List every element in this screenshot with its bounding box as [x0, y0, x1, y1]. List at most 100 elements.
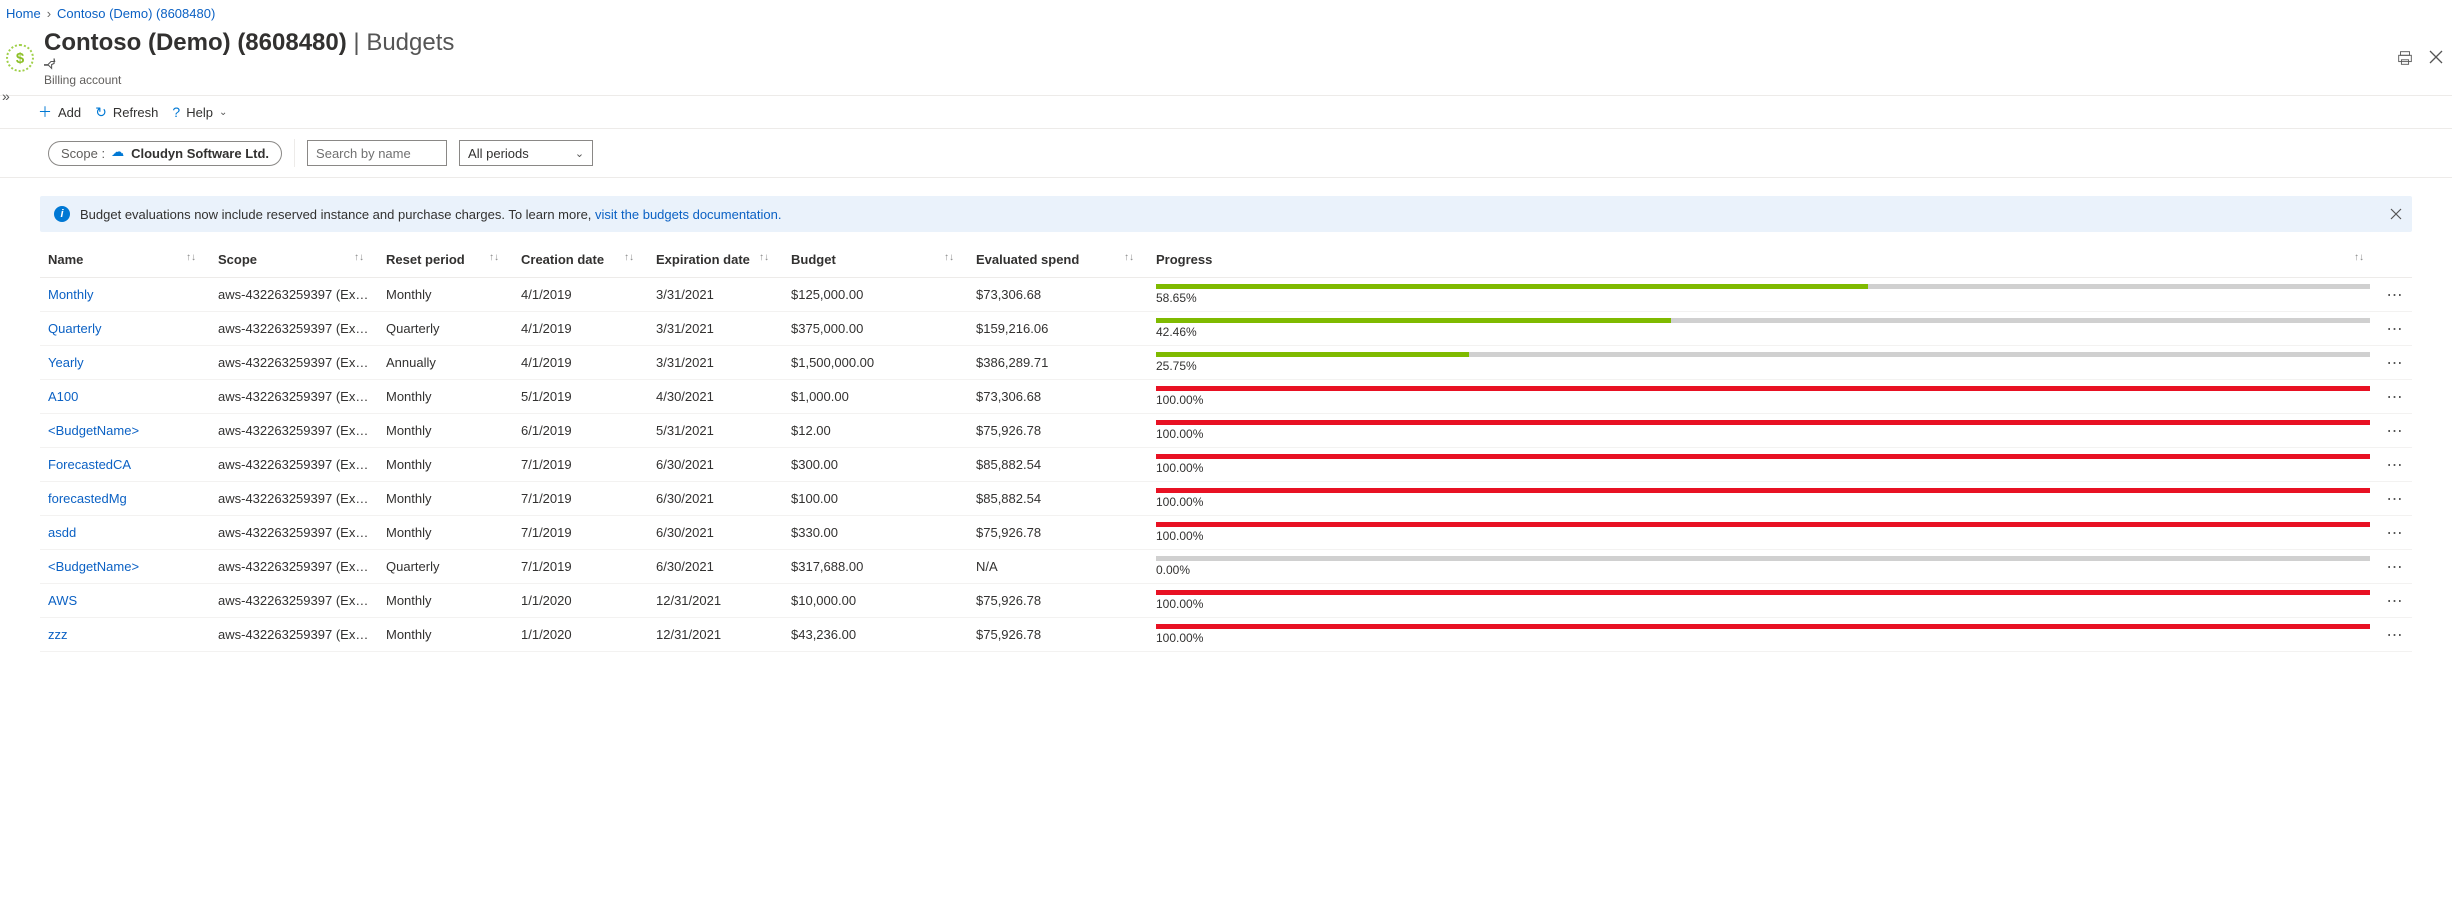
breadcrumb-home[interactable]: Home: [6, 6, 41, 21]
col-expiration[interactable]: Expiration date↑↓: [648, 242, 783, 278]
table-row[interactable]: Quarterlyaws-432263259397 (External ...Q…: [40, 312, 2412, 346]
period-select[interactable]: All periods ⌄: [459, 140, 593, 166]
budget-link[interactable]: <BudgetName>: [48, 423, 139, 438]
refresh-button[interactable]: ↻ Refresh: [95, 104, 158, 121]
sort-icon[interactable]: ↑↓: [354, 252, 364, 263]
reset-cell: Monthly: [378, 278, 513, 312]
progress-cell: 100.00%: [1148, 516, 2378, 550]
help-button[interactable]: ? Help ⌄: [172, 104, 227, 120]
title-main: Contoso (Demo) (8608480): [44, 29, 347, 56]
page-header: $ Contoso (Demo) (8608480) | Budgets Bil…: [0, 27, 2452, 91]
refresh-icon: ↻: [95, 104, 107, 121]
close-banner-icon[interactable]: [2390, 208, 2402, 220]
budget-cell: $10,000.00: [783, 584, 968, 618]
col-spend[interactable]: Evaluated spend↑↓: [968, 242, 1148, 278]
budget-link[interactable]: AWS: [48, 593, 77, 608]
reset-cell: Monthly: [378, 516, 513, 550]
col-name[interactable]: Name↑↓: [40, 242, 210, 278]
progress-cell: 100.00%: [1148, 482, 2378, 516]
row-menu-icon[interactable]: ⋯: [2387, 355, 2404, 372]
table-row[interactable]: ForecastedCA aws-432263259397 (External .…: [40, 448, 2412, 482]
scope-name: Cloudyn Software Ltd.: [131, 146, 269, 161]
creation-cell: 7/1/2019: [513, 448, 648, 482]
close-icon[interactable]: [2428, 49, 2444, 67]
row-menu-icon[interactable]: ⋯: [2387, 491, 2404, 508]
pin-icon[interactable]: [44, 57, 2386, 71]
scope-cell: aws-432263259397 (External ...: [210, 448, 378, 482]
table-row[interactable]: asddaws-432263259397 (External ...Monthl…: [40, 516, 2412, 550]
row-menu-icon[interactable]: ⋯: [2387, 423, 2404, 440]
creation-cell: 6/1/2019: [513, 414, 648, 448]
sort-icon[interactable]: ↑↓: [489, 252, 499, 263]
sort-icon[interactable]: ↑↓: [2354, 252, 2364, 263]
budget-cell: $100.00: [783, 482, 968, 516]
budget-link[interactable]: A100: [48, 389, 78, 404]
search-input[interactable]: [307, 140, 447, 166]
expand-sidebar-icon[interactable]: »: [2, 88, 10, 104]
row-menu-icon[interactable]: ⋯: [2387, 389, 2404, 406]
budget-cell: $125,000.00: [783, 278, 968, 312]
col-reset[interactable]: Reset period ↑↓: [378, 242, 513, 278]
budget-link[interactable]: Quarterly: [48, 321, 101, 336]
scope-cell: aws-432263259397 (External ...: [210, 482, 378, 516]
scope-cell: aws-432263259397 (External ...: [210, 380, 378, 414]
row-menu-icon[interactable]: ⋯: [2387, 287, 2404, 304]
row-menu-icon[interactable]: ⋯: [2387, 321, 2404, 338]
sort-icon[interactable]: ↑↓: [944, 252, 954, 263]
info-banner: i Budget evaluations now include reserve…: [40, 196, 2412, 232]
budget-link[interactable]: <BudgetName>: [48, 559, 139, 574]
budget-cell: $300.00: [783, 448, 968, 482]
add-button[interactable]: ＋ Add: [38, 102, 81, 122]
expiration-cell: 4/30/2021: [648, 380, 783, 414]
info-doc-link[interactable]: visit the budgets documentation.: [595, 207, 781, 222]
col-creation-label: Creation date: [521, 252, 604, 267]
table-row[interactable]: zzzaws-432263259397 (External ...Monthly…: [40, 618, 2412, 652]
row-menu-icon[interactable]: ⋯: [2387, 457, 2404, 474]
table-row[interactable]: <BudgetName> aws-432263259397 (External .…: [40, 414, 2412, 448]
row-menu-icon[interactable]: ⋯: [2387, 627, 2404, 644]
spend-cell: $386,289.71: [968, 346, 1148, 380]
row-menu-icon[interactable]: ⋯: [2387, 525, 2404, 542]
budget-link[interactable]: asdd: [48, 525, 76, 540]
sort-icon[interactable]: ↑↓: [759, 252, 769, 263]
sort-icon[interactable]: ↑↓: [1124, 252, 1134, 263]
row-menu-icon[interactable]: ⋯: [2387, 559, 2404, 576]
info-text: Budget evaluations now include reserved …: [80, 207, 781, 222]
print-icon[interactable]: [2396, 49, 2414, 67]
scope-selector[interactable]: Scope : Cloudyn Software Ltd.: [48, 141, 282, 166]
col-progress[interactable]: Progress↑↓: [1148, 242, 2378, 278]
scope-cell: aws-432263259397 (External ...: [210, 550, 378, 584]
budget-link[interactable]: forecastedMg: [48, 491, 127, 506]
budget-link[interactable]: ForecastedCA: [48, 457, 131, 472]
table-row[interactable]: <BudgetName> aws-432263259397 (External .…: [40, 550, 2412, 584]
breadcrumb-current[interactable]: Contoso (Demo) (8608480): [57, 6, 215, 21]
budget-cell: $1,500,000.00: [783, 346, 968, 380]
col-reset-label: Reset period: [386, 252, 465, 267]
info-icon: i: [54, 206, 70, 222]
scope-cell: aws-432263259397 (External ...: [210, 414, 378, 448]
row-menu-icon[interactable]: ⋯: [2387, 593, 2404, 610]
sort-icon[interactable]: ↑↓: [624, 252, 634, 263]
reset-cell: Quarterly: [378, 312, 513, 346]
reset-cell: Monthly: [378, 482, 513, 516]
table-row[interactable]: A100aws-432263259397 (External ...Monthl…: [40, 380, 2412, 414]
col-budget[interactable]: Budget↑↓: [783, 242, 968, 278]
reset-cell: Quarterly: [378, 550, 513, 584]
budget-cell: $317,688.00: [783, 550, 968, 584]
table-header-row: Name↑↓ Scope↑↓ Reset period ↑↓ Creation d…: [40, 242, 2412, 278]
table-row[interactable]: Yearlyaws-432263259397 (External ...Annu…: [40, 346, 2412, 380]
budget-link[interactable]: Monthly: [48, 287, 94, 302]
sort-icon[interactable]: ↑↓: [186, 252, 196, 263]
table-row[interactable]: Monthlyaws-432263259397 (External ...Mon…: [40, 278, 2412, 312]
expiration-cell: 6/30/2021: [648, 482, 783, 516]
table-row[interactable]: AWSaws-432263259397 (External ...Monthly…: [40, 584, 2412, 618]
budget-link[interactable]: Yearly: [48, 355, 84, 370]
budget-cell: $330.00: [783, 516, 968, 550]
creation-cell: 4/1/2019: [513, 346, 648, 380]
col-creation[interactable]: Creation date ↑↓: [513, 242, 648, 278]
budget-cell: $1,000.00: [783, 380, 968, 414]
help-icon: ?: [172, 104, 180, 120]
col-scope[interactable]: Scope↑↓: [210, 242, 378, 278]
budget-link[interactable]: zzz: [48, 627, 68, 642]
table-row[interactable]: forecastedMg aws-432263259397 (External .…: [40, 482, 2412, 516]
